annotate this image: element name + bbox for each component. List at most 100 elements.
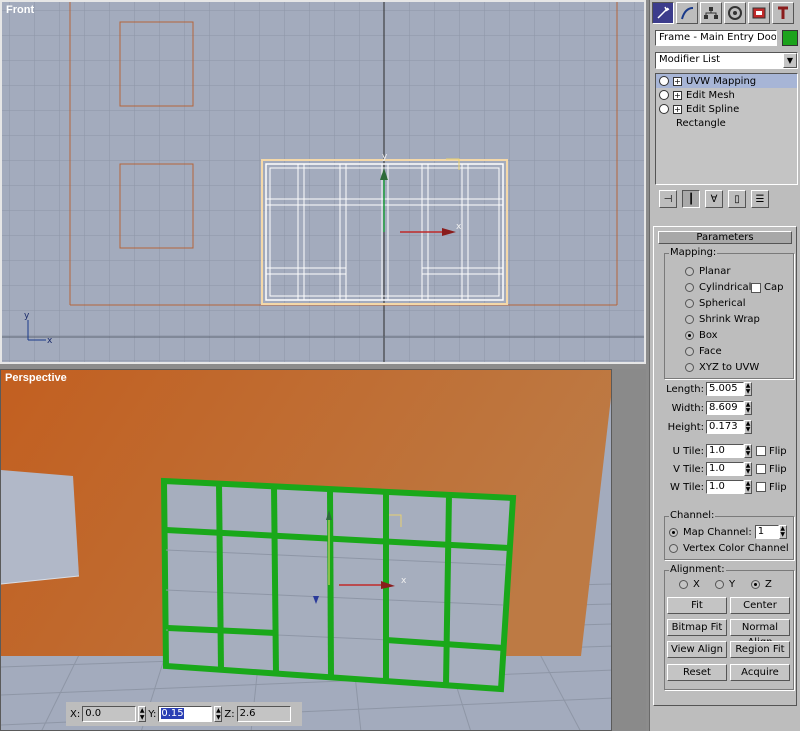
vertex-color-channel-radio[interactable]: Vertex Color Channel (669, 543, 789, 554)
show-end-result-icon[interactable]: ┃ (682, 190, 700, 208)
acquire-button[interactable]: Acquire (730, 664, 790, 681)
u-tile-field[interactable]: 1.0 (706, 444, 744, 458)
height-field[interactable]: 0.173 (706, 420, 744, 434)
v-tile-field[interactable]: 1.0 (706, 462, 744, 476)
perspective-viewport[interactable]: x Perspective (0, 369, 612, 731)
length-field[interactable]: 5.005 (706, 382, 744, 396)
height-spinner[interactable]: ▲ ▼ (744, 420, 752, 434)
expand-icon[interactable]: + (673, 104, 682, 114)
mapping-radio-planar[interactable]: Planar (685, 266, 731, 277)
lightbulb-icon[interactable] (659, 90, 669, 100)
modifier-list-label: Modifier List (659, 54, 721, 65)
u-tile-spinner[interactable]: ▲ ▼ (744, 444, 752, 458)
mapping-radio-cylindrical[interactable]: Cylindrical (685, 282, 751, 293)
radio-dot[interactable] (669, 544, 678, 553)
stack-item-label: Edit Spline (686, 103, 740, 115)
utilities-tab-icon[interactable] (772, 2, 794, 24)
parameters-rollout-header[interactable]: Parameters (658, 231, 792, 244)
mapping-radio-shrink-wrap[interactable]: Shrink Wrap (685, 314, 760, 325)
coord-y-field[interactable]: 0.15 (158, 706, 213, 722)
coord-z-field[interactable]: 2.6 (236, 706, 291, 722)
radio-dot[interactable] (679, 580, 688, 589)
stack-item-uvw-mapping[interactable]: + UVW Mapping (656, 74, 797, 88)
length-spinner[interactable]: ▲ ▼ (744, 382, 752, 396)
command-panel-tabs (650, 0, 800, 26)
map-channel-field[interactable]: 1 (754, 525, 779, 539)
lightbulb-icon[interactable] (659, 104, 669, 114)
radio-dot[interactable] (685, 315, 694, 324)
radio-label: Face (699, 346, 722, 357)
v-flip-checkbox[interactable] (756, 464, 766, 474)
expand-icon[interactable]: + (673, 90, 682, 100)
motion-tab-icon[interactable] (724, 2, 746, 24)
configure-modifier-sets-icon[interactable]: ☰ (751, 190, 769, 208)
radio-dot[interactable] (685, 363, 694, 372)
remove-modifier-icon[interactable]: ▯ (728, 190, 746, 208)
channel-group-label: Channel: (669, 510, 716, 521)
width-spinner[interactable]: ▲ ▼ (744, 401, 752, 415)
map-channel-radio[interactable]: Map Channel: 1 ▲ ▼ (669, 525, 787, 539)
coord-x-field[interactable]: 0.0 (82, 706, 137, 722)
checkbox-box[interactable] (751, 282, 761, 293)
lightbulb-icon[interactable] (659, 76, 669, 86)
reset-button[interactable]: Reset (667, 664, 727, 681)
create-tab-icon[interactable] (652, 2, 674, 24)
radio-dot[interactable] (715, 580, 724, 589)
stack-item-edit-mesh[interactable]: + Edit Mesh (656, 88, 797, 102)
modifier-stack[interactable]: + UVW Mapping + Edit Mesh + Edit Spline … (655, 73, 798, 185)
normal-align-button[interactable]: Normal Align (730, 619, 790, 648)
radio-label: Box (699, 330, 718, 341)
radio-dot[interactable] (751, 580, 760, 589)
radio-label: Spherical (699, 298, 746, 309)
mapping-radio-spherical[interactable]: Spherical (685, 298, 745, 309)
radio-dot[interactable] (685, 299, 694, 308)
w-tile-spinner[interactable]: ▲ ▼ (744, 480, 752, 494)
radio-dot[interactable] (669, 527, 678, 537)
perspective-viewport-label[interactable]: Perspective (5, 372, 67, 384)
modify-tab-icon[interactable] (676, 2, 698, 24)
radio-label: XYZ to UVW (699, 362, 760, 373)
region-fit-button[interactable]: Region Fit (730, 641, 790, 658)
radio-dot[interactable] (685, 347, 694, 356)
view-align-button[interactable]: View Align (667, 641, 727, 658)
v-tile-spinner[interactable]: ▲ ▼ (744, 462, 752, 476)
object-name-field[interactable]: Frame - Main Entry Doors (655, 30, 777, 46)
mapping-group-label: Mapping: (669, 247, 718, 258)
mapping-radio-xyz-to-uvw[interactable]: XYZ to UVW (685, 362, 759, 373)
length-label: Length: (666, 383, 704, 395)
align-y-radio[interactable]: Y (715, 579, 735, 590)
stack-item-edit-spline[interactable]: + Edit Spline (656, 102, 797, 116)
hierarchy-tab-icon[interactable] (700, 2, 722, 24)
parameters-rollout: Parameters Mapping: Planar Cylindrical C… (653, 226, 797, 706)
alignment-group-label: Alignment: (669, 564, 726, 575)
coord-x-spinner[interactable]: ▲ ▼ (138, 706, 147, 722)
chevron-down-icon[interactable]: ▼ (783, 53, 797, 68)
radio-label: Planar (699, 266, 731, 277)
u-flip-checkbox[interactable] (756, 446, 766, 456)
coord-y-spinner[interactable]: ▲ ▼ (214, 706, 223, 722)
make-unique-icon[interactable]: ∀ (705, 190, 723, 208)
stack-item-rectangle[interactable]: Rectangle (656, 116, 797, 130)
w-flip-checkbox[interactable] (756, 482, 766, 492)
modifier-list-dropdown[interactable]: Modifier List ▼ (655, 52, 798, 69)
expand-icon[interactable]: + (673, 76, 682, 86)
display-tab-icon[interactable] (748, 2, 770, 24)
pin-stack-icon[interactable]: ⊣ (659, 190, 677, 208)
mapping-radio-face[interactable]: Face (685, 346, 722, 357)
fit-button[interactable]: Fit (667, 597, 727, 614)
radio-dot[interactable] (685, 267, 694, 276)
width-field[interactable]: 8.609 (706, 401, 744, 415)
cap-checkbox[interactable]: Cap (751, 282, 783, 293)
align-x-radio[interactable]: X (679, 579, 700, 590)
map-channel-spinner[interactable]: ▲ ▼ (778, 525, 787, 539)
mapping-radio-box[interactable]: Box (685, 330, 718, 341)
align-z-radio[interactable]: Z (751, 579, 772, 590)
radio-dot[interactable] (685, 331, 694, 340)
bitmap-fit-button[interactable]: Bitmap Fit (667, 619, 727, 636)
center-button[interactable]: Center (730, 597, 790, 614)
front-viewport-label[interactable]: Front (6, 4, 34, 16)
w-tile-field[interactable]: 1.0 (706, 480, 744, 494)
radio-dot[interactable] (685, 283, 694, 292)
front-viewport[interactable]: y x y x Front (0, 0, 646, 364)
object-color-swatch[interactable] (782, 30, 798, 46)
